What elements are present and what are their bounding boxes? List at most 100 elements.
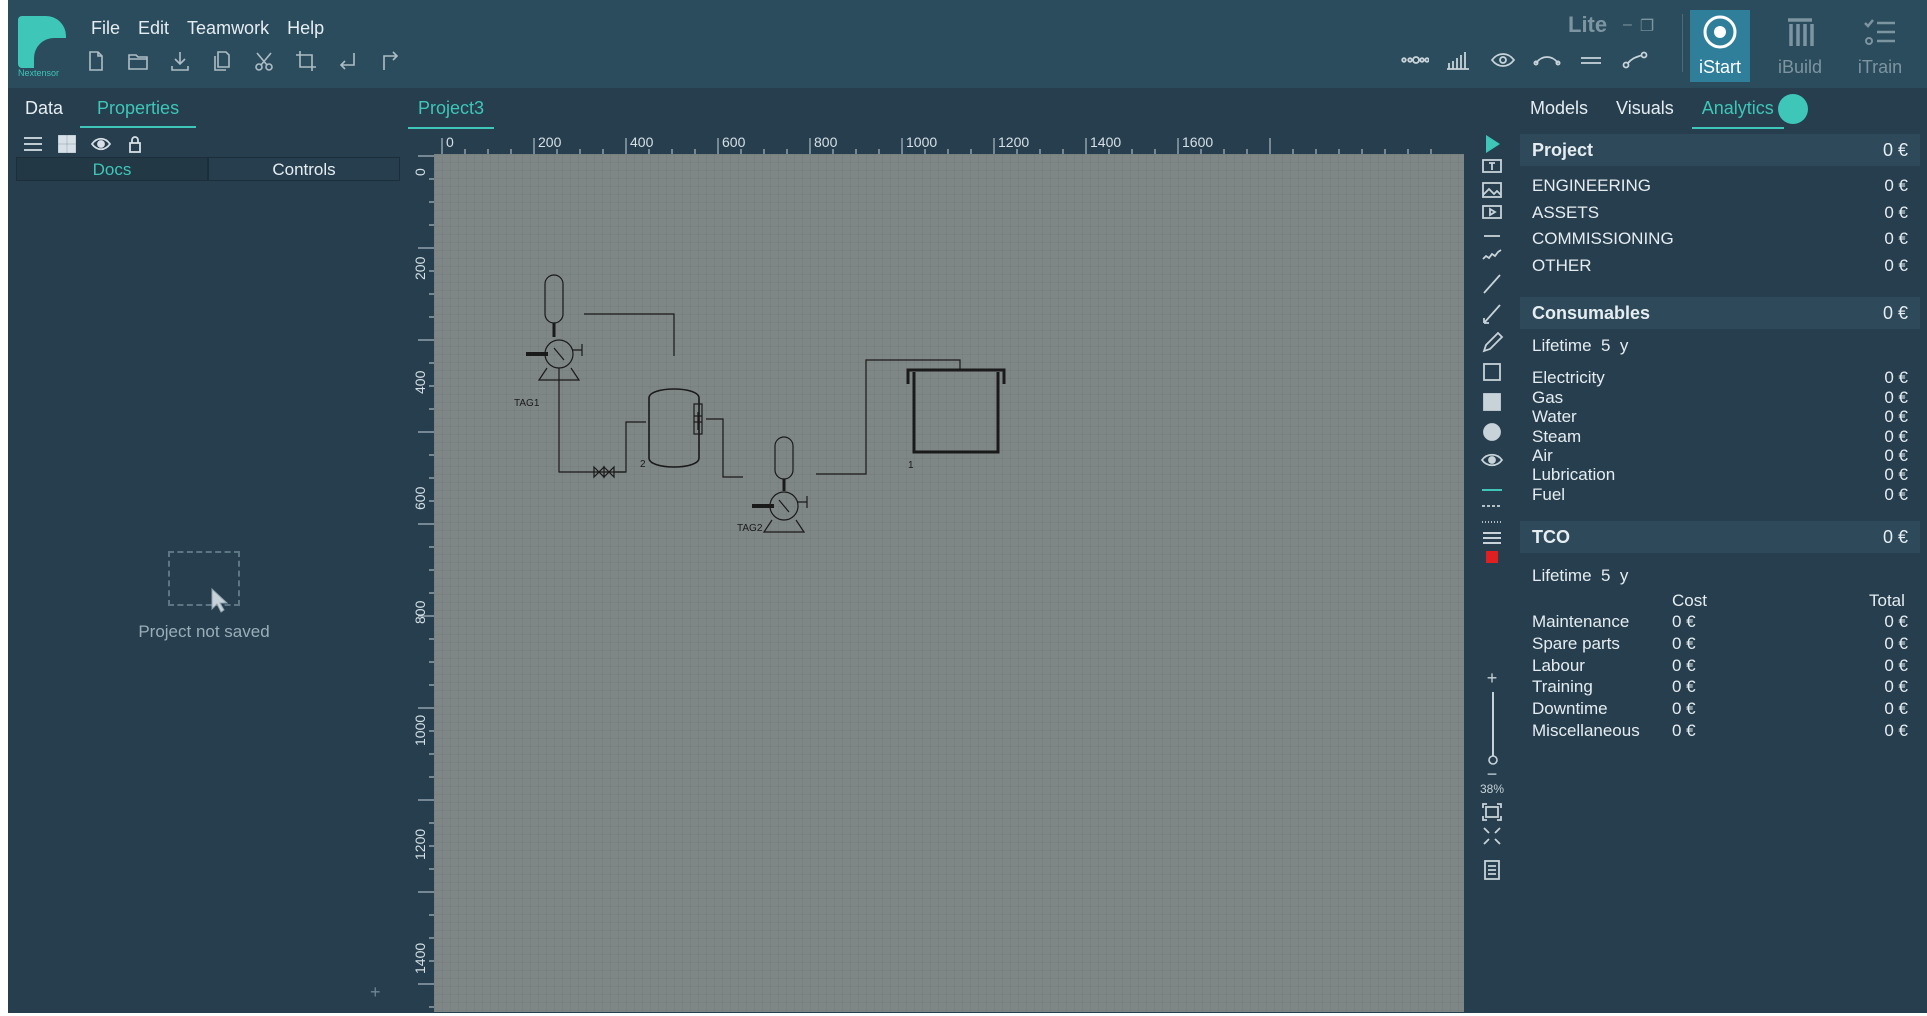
circle-filled-icon[interactable] — [1478, 420, 1506, 444]
crop-icon[interactable] — [294, 48, 318, 74]
menu-file[interactable]: File — [82, 16, 129, 41]
mode-istart-button[interactable]: iStart — [1690, 10, 1750, 82]
image-icon[interactable] — [1478, 178, 1506, 202]
app-logo: Nextensor — [18, 16, 68, 78]
undo-icon[interactable] — [336, 48, 360, 74]
pipe-line[interactable] — [558, 368, 625, 473]
pipe-line[interactable] — [584, 313, 675, 356]
tab-analytics[interactable]: Analytics — [1691, 88, 1784, 129]
left-panel: Data Properties Docs Controls Project no… — [8, 88, 400, 1013]
document-icon[interactable] — [1478, 858, 1506, 882]
project-section-header[interactable]: Project 0 € — [1520, 134, 1920, 166]
open-folder-icon[interactable] — [126, 48, 150, 74]
window-controls: – ❐ — [1623, 16, 1654, 36]
row-label: Downtime — [1532, 699, 1608, 718]
zoom-level: 38% — [1479, 782, 1505, 796]
list-view-icon[interactable] — [22, 134, 44, 154]
row-label: Fuel — [1532, 485, 1566, 504]
mode-itrain-button[interactable]: iTrain — [1850, 10, 1910, 82]
drawing-toolbar: + − 38% — [1470, 132, 1514, 1012]
lines-icon[interactable] — [1576, 48, 1606, 72]
mode-ibuild-button[interactable]: iBuild — [1770, 10, 1830, 82]
tco-row: Miscellaneous 0 € 0 € — [1532, 721, 1908, 741]
zoom-in-icon[interactable]: + — [1478, 666, 1506, 690]
media-icon[interactable] — [1478, 200, 1506, 224]
copy-icon[interactable] — [210, 48, 234, 74]
consumables-section-header[interactable]: Consumables 0 € — [1520, 297, 1920, 329]
row-amount: 0 € — [1884, 368, 1908, 387]
menu-help[interactable]: Help — [278, 16, 333, 41]
tab-models[interactable]: Models — [1520, 88, 1598, 129]
subtab-controls[interactable]: Controls — [208, 157, 400, 181]
pencil-icon[interactable] — [1478, 330, 1506, 354]
tab-properties[interactable]: Properties — [80, 88, 197, 128]
tco-col-total: Total — [1869, 591, 1905, 610]
menu-teamwork[interactable]: Teamwork — [178, 16, 278, 41]
rectangle-outline-icon[interactable] — [1478, 360, 1506, 384]
subtab-docs[interactable]: Docs — [16, 157, 208, 181]
pump-tag2[interactable] — [752, 436, 808, 533]
pipe-line[interactable] — [706, 418, 743, 478]
ruler-top-label: 800 — [814, 134, 838, 150]
row-label: Electricity — [1532, 368, 1605, 387]
cut-icon[interactable] — [252, 48, 276, 74]
play-icon[interactable] — [1478, 132, 1506, 156]
tco-row: Maintenance 0 € 0 € — [1532, 612, 1908, 632]
tco-lifetime[interactable]: Lifetime 5 y — [1532, 566, 1908, 586]
row-label: Training — [1532, 677, 1593, 696]
vessel[interactable] — [648, 388, 703, 468]
add-icon[interactable]: + — [370, 982, 381, 1003]
text-box-icon[interactable] — [1478, 154, 1506, 178]
row-label: Labour — [1532, 656, 1585, 675]
tab-project3[interactable]: Project3 — [408, 88, 495, 129]
tco-section-header[interactable]: TCO 0 € — [1520, 521, 1920, 553]
consumables-row: Fuel 0 € — [1532, 485, 1908, 505]
redo-icon[interactable] — [378, 48, 402, 74]
zoom-slider[interactable] — [1488, 690, 1498, 768]
rectangle-filled-icon[interactable] — [1478, 390, 1506, 414]
fit-to-screen-icon[interactable] — [1478, 800, 1506, 824]
color-swatch-red[interactable] — [1478, 546, 1506, 570]
pump-tag1[interactable] — [526, 274, 583, 381]
mode-itrain-label: iTrain — [1857, 57, 1903, 77]
row-amount: 0 € — [1884, 388, 1908, 407]
ruler-top-label: 600 — [722, 134, 746, 150]
menu-edit[interactable]: Edit — [129, 16, 178, 41]
dots-icon[interactable] — [1400, 48, 1430, 72]
grid-view-icon[interactable] — [56, 134, 78, 154]
pipe-line[interactable] — [816, 359, 961, 475]
download-icon[interactable] — [168, 48, 192, 74]
row-label: Water — [1532, 407, 1577, 426]
row-label: Spare parts — [1532, 634, 1620, 653]
menu-bar: File Edit Teamwork Help — [82, 16, 333, 41]
row-label: Air — [1532, 446, 1553, 465]
lock-icon[interactable] — [124, 134, 146, 154]
ruler-top-label: 1200 — [998, 134, 1029, 150]
tco-row: Spare parts 0 € 0 € — [1532, 634, 1908, 654]
link-curve-icon[interactable] — [1620, 48, 1650, 72]
tco-col-cost: Cost — [1672, 591, 1707, 610]
diagram-canvas[interactable]: TAG1 TAG2 2 1 — [434, 154, 1464, 1012]
tab-visuals[interactable]: Visuals — [1606, 88, 1684, 129]
row-amount: 0 € — [1884, 203, 1908, 222]
eye-icon[interactable] — [1478, 448, 1506, 472]
consumables-lifetime[interactable]: Lifetime 5 y — [1532, 336, 1908, 356]
ruler-top-label: 1000 — [906, 134, 937, 150]
tank[interactable] — [906, 368, 1006, 454]
ruler-left-label: 1000 — [412, 715, 428, 746]
row-amount: 0 € — [1884, 427, 1908, 446]
visibility-icon[interactable] — [90, 134, 112, 154]
tab-data[interactable]: Data — [8, 88, 80, 128]
restore-icon[interactable]: ❐ — [1640, 16, 1654, 36]
new-file-icon[interactable] — [84, 48, 108, 74]
wave-line-icon[interactable] — [1478, 242, 1506, 266]
arrow-line-icon[interactable] — [1478, 302, 1506, 326]
eye-icon[interactable] — [1488, 48, 1518, 72]
expand-icon[interactable] — [1478, 824, 1506, 848]
tco-amount: 0 € — [1882, 527, 1908, 547]
line-tool-icon[interactable] — [1478, 272, 1506, 296]
minimize-icon[interactable]: – — [1623, 16, 1632, 36]
status-icons — [1400, 48, 1650, 72]
signal-bars-icon[interactable] — [1444, 48, 1474, 72]
arc-connection-icon[interactable] — [1532, 48, 1562, 72]
